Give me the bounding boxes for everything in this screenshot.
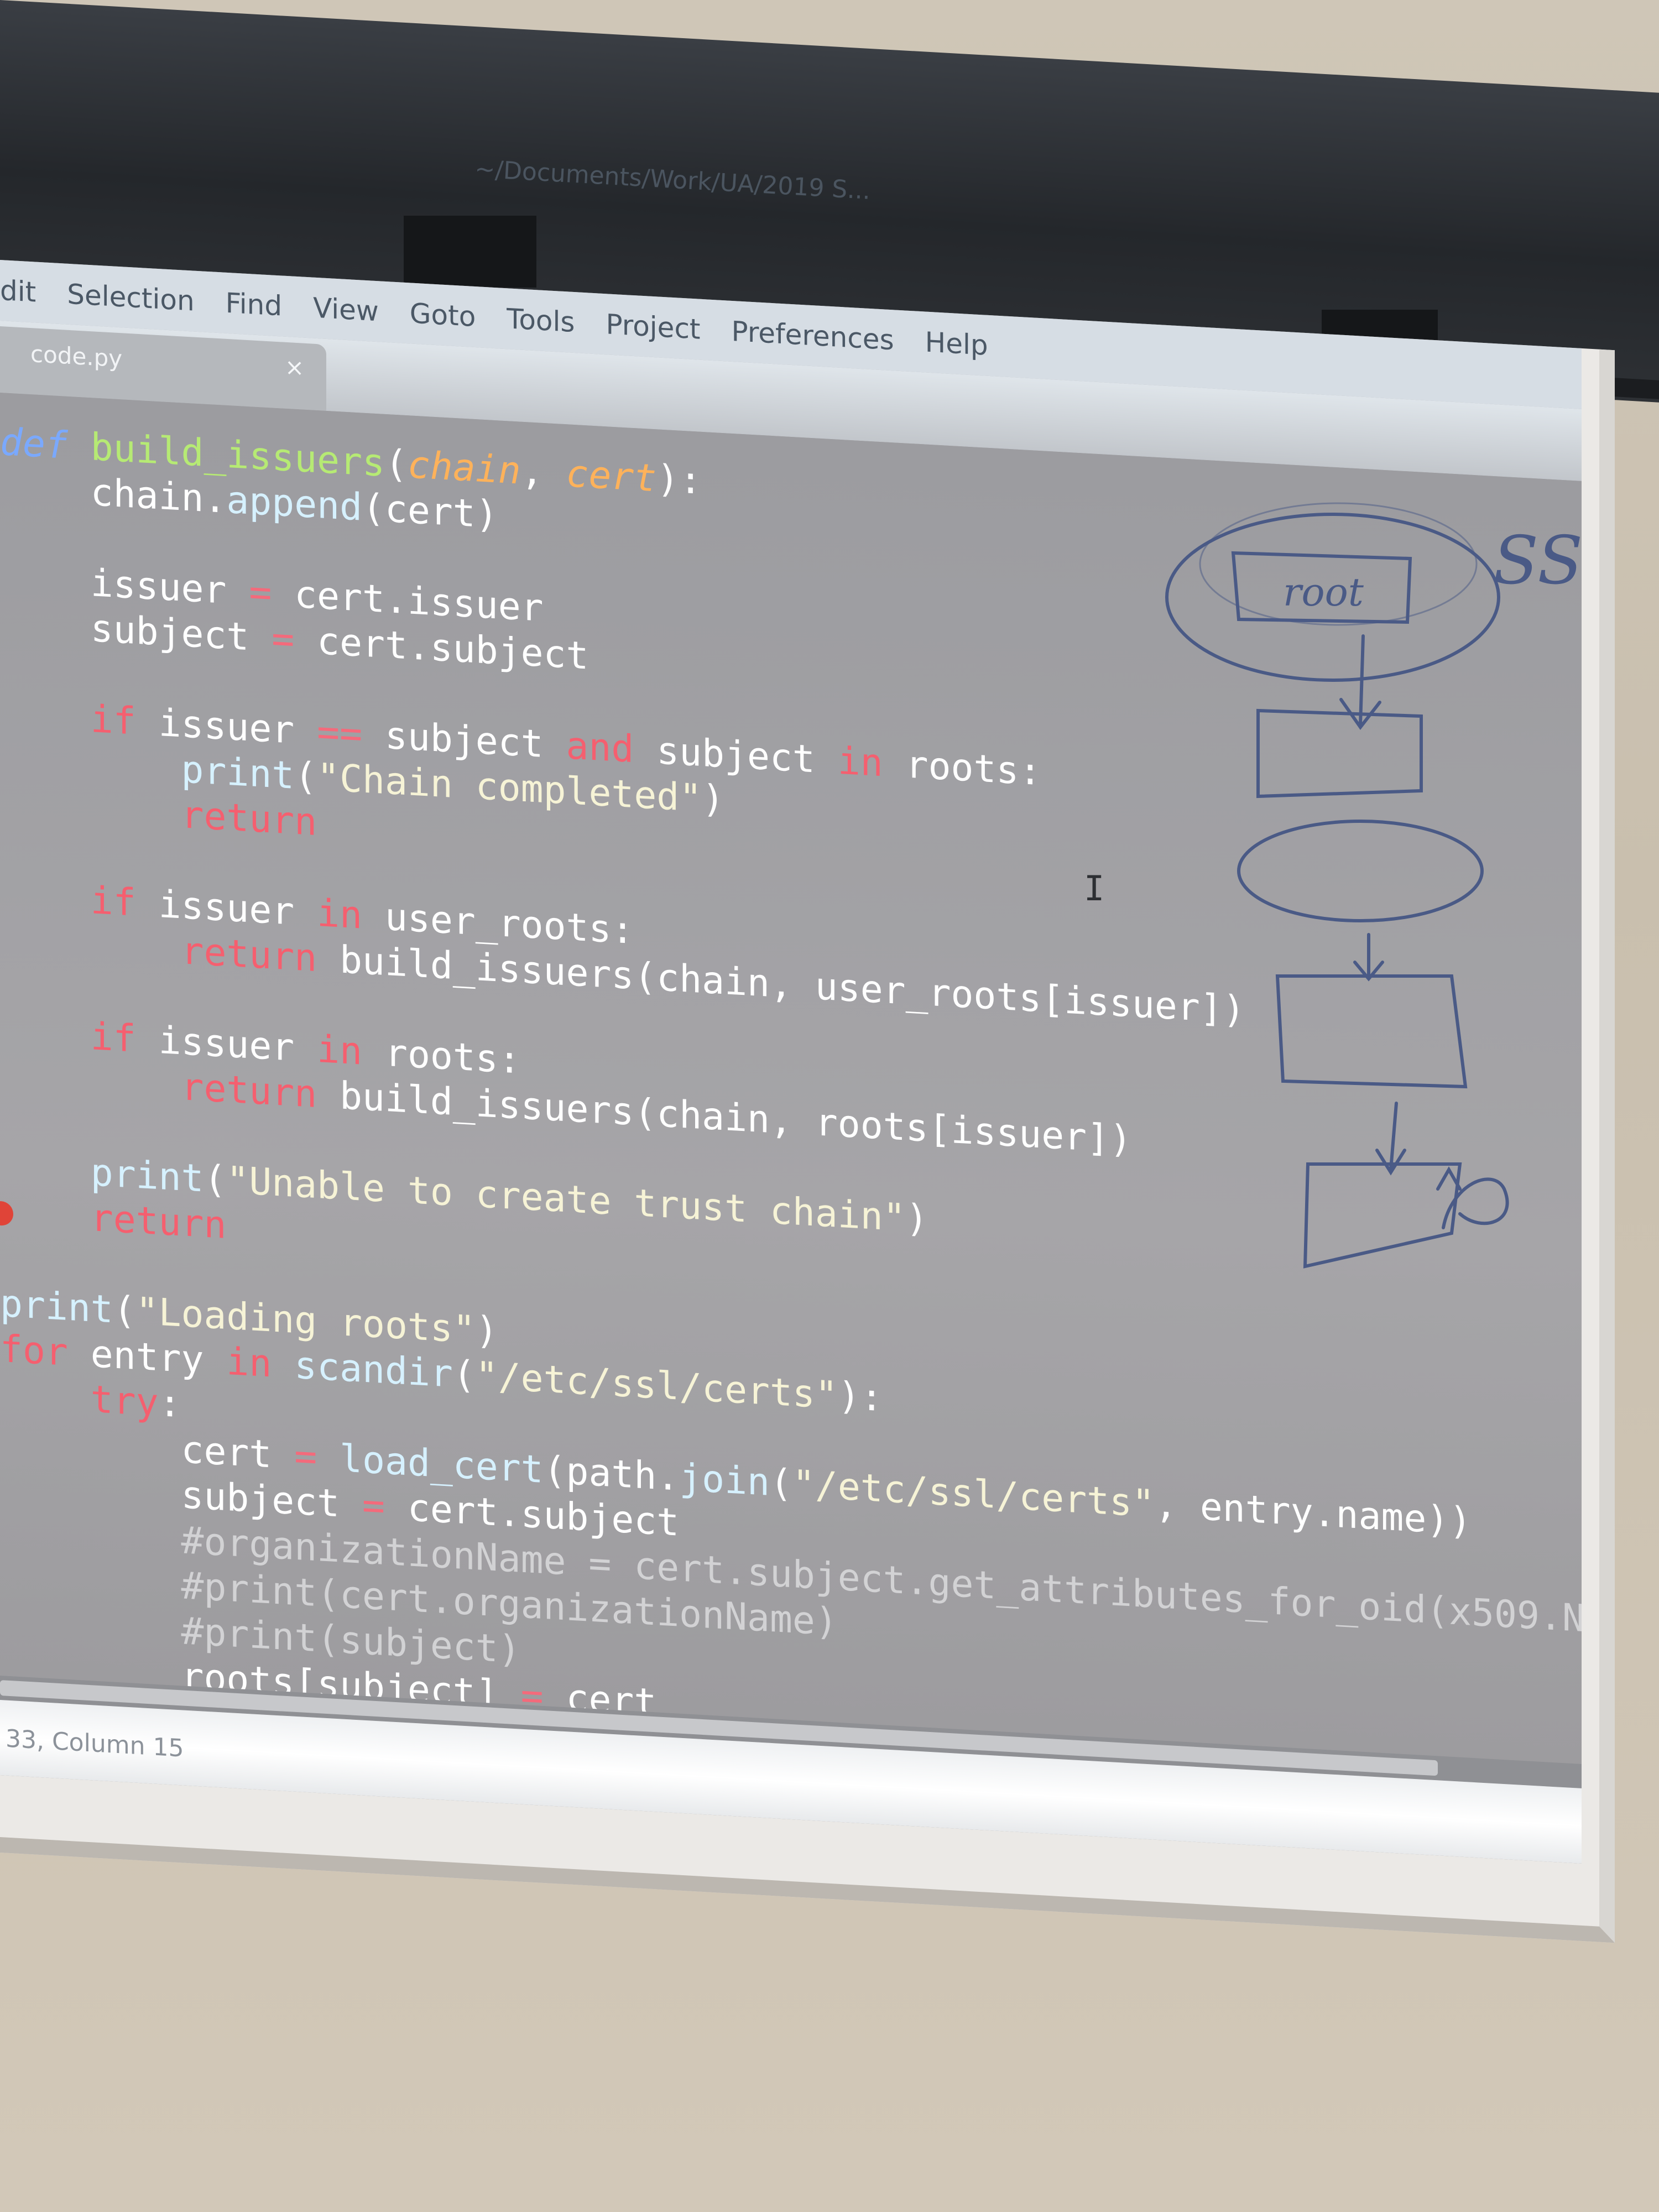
whiteboard: dit Selection Find View Goto Tools Proje… xyxy=(0,260,1615,1943)
cursor-position-status: 33, Column 15 xyxy=(6,1724,184,1763)
menu-project[interactable]: Project xyxy=(606,308,700,346)
code-editor[interactable]: def build_issuers(chain, cert): chain.ap… xyxy=(0,393,1582,1764)
menu-edit[interactable]: dit xyxy=(0,274,36,309)
menu-view[interactable]: View xyxy=(313,292,379,328)
close-icon[interactable]: × xyxy=(285,353,304,382)
menu-selection[interactable]: Selection xyxy=(67,278,194,317)
menu-goto[interactable]: Goto xyxy=(410,297,476,333)
tab-filename: code.py xyxy=(30,340,123,373)
menu-tools[interactable]: Tools xyxy=(507,302,575,338)
menu-preferences[interactable]: Preferences xyxy=(732,315,894,356)
editor-window: dit Selection Find View Goto Tools Proje… xyxy=(0,260,1582,1864)
code-line: return build_issuers(chain, roots[issuer… xyxy=(181,1065,1132,1162)
menu-help[interactable]: Help xyxy=(925,326,988,362)
ceiling-bracket-left xyxy=(404,216,536,288)
ibeam-cursor-icon: I xyxy=(1084,868,1105,909)
menu-find[interactable]: Find xyxy=(226,287,282,322)
code-line: try: xyxy=(90,1378,181,1427)
